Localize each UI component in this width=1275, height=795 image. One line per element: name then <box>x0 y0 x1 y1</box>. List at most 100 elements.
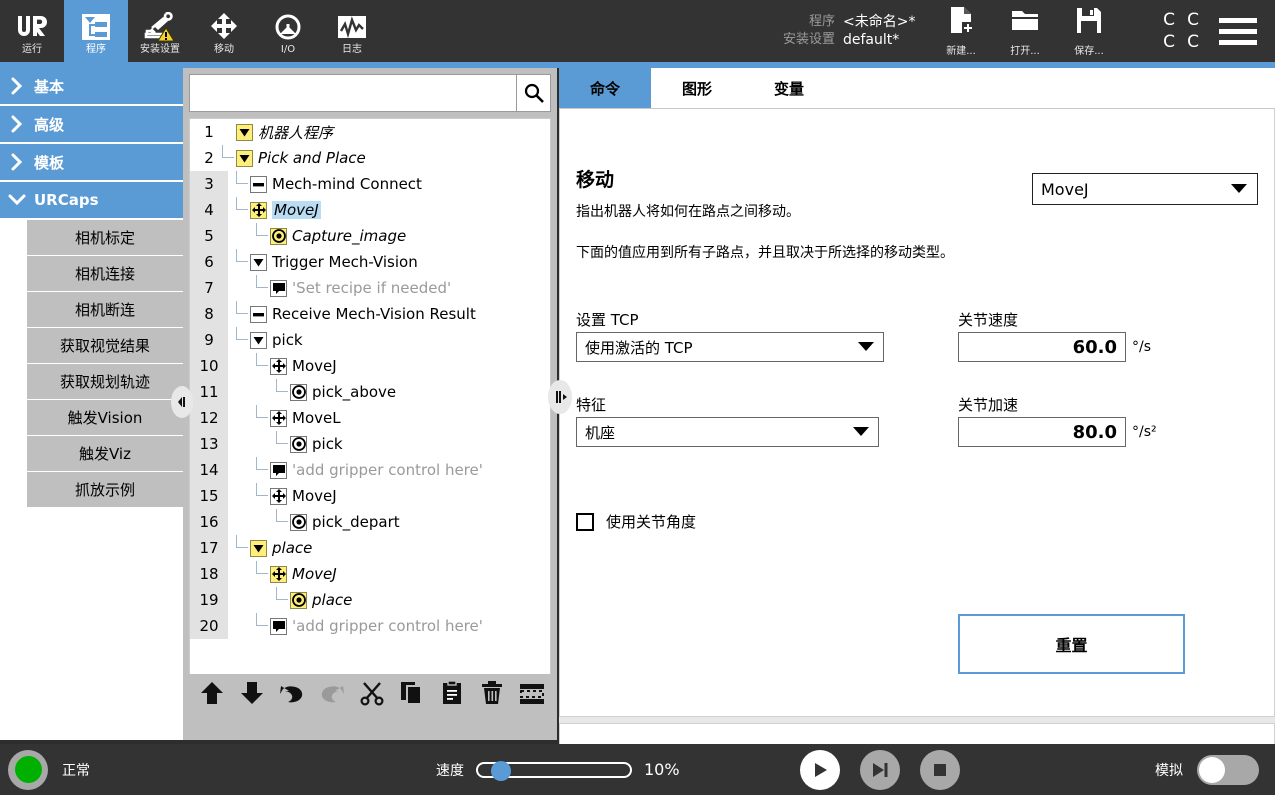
splitter-handle-icon[interactable] <box>548 380 572 414</box>
sidebar-item-get-planned-path[interactable]: 获取规划轨迹 <box>27 364 183 400</box>
tree-row[interactable]: 19 place <box>190 587 550 613</box>
move-type-select[interactable]: MoveJ <box>1032 173 1258 205</box>
copy-button[interactable] <box>397 678 427 708</box>
sidebar-item-pick-place-sample[interactable]: 抓放示例 <box>27 472 183 508</box>
folder-triangle-icon[interactable] <box>236 149 253 167</box>
folder-triangle-icon[interactable] <box>250 331 267 349</box>
tree-row-body[interactable]: Receive Mech-Vision Result <box>228 301 550 327</box>
reset-button[interactable]: 重置 <box>958 614 1185 674</box>
waypoint-icon[interactable] <box>290 513 307 531</box>
move-cross-icon[interactable] <box>270 357 287 375</box>
tree-row[interactable]: 18 MoveJ <box>190 561 550 587</box>
play-button[interactable] <box>800 749 840 790</box>
nav-tab-io[interactable]: I/O <box>256 0 320 62</box>
tree-row-body[interactable]: place <box>228 535 550 561</box>
hamburger-menu-icon[interactable] <box>1219 17 1257 45</box>
tree-row-body[interactable]: 'add gripper control here' <box>228 613 550 639</box>
tree-row-body[interactable]: MoveL <box>228 405 550 431</box>
feature-select[interactable]: 机座 <box>576 417 879 447</box>
nav-tab-log[interactable]: 日志 <box>320 0 384 62</box>
tree-row[interactable]: 13 pick <box>190 431 550 457</box>
move-cross-icon[interactable] <box>270 565 287 583</box>
waypoint-icon[interactable] <box>270 227 287 245</box>
sidebar-group-advanced[interactable]: 高级 <box>0 106 183 142</box>
tree-row-body[interactable]: pick_above <box>228 379 550 405</box>
tree-row[interactable]: 8 Receive Mech-Vision Result <box>190 301 550 327</box>
tree-row[interactable]: 4 MoveJ <box>190 197 550 223</box>
suppress-button[interactable] <box>517 678 547 708</box>
tree-row-body[interactable]: 'Set recipe if needed' <box>228 275 550 301</box>
tree-row-body[interactable]: Trigger Mech-Vision <box>228 249 550 275</box>
tab-graphics[interactable]: 图形 <box>651 68 743 108</box>
nav-tab-installation[interactable]: 安装设置 <box>128 0 192 62</box>
tab-command[interactable]: 命令 <box>559 68 651 108</box>
new-program-button[interactable]: 新建... <box>929 5 993 57</box>
tree-row[interactable]: 7 'Set recipe if needed' <box>190 275 550 301</box>
dash-icon[interactable] <box>250 175 267 193</box>
tree-row-body[interactable]: MoveJ <box>228 353 550 379</box>
save-program-button[interactable]: 保存... <box>1057 5 1121 57</box>
tree-row-body[interactable]: Capture_image <box>228 223 550 249</box>
tree-row-body[interactable]: MoveJ <box>228 483 550 509</box>
tree-row-body[interactable]: pick_depart <box>228 509 550 535</box>
comment-icon[interactable] <box>270 617 287 635</box>
tree-row[interactable]: 20 'add gripper control here' <box>190 613 550 639</box>
cut-button[interactable] <box>357 678 387 708</box>
sidebar-item-camera-calibration[interactable]: 相机标定 <box>27 220 183 256</box>
tree-row[interactable]: 1 机器人程序 <box>190 119 550 145</box>
tree-row[interactable]: 9 pick <box>190 327 550 353</box>
collapse-handle-icon[interactable] <box>171 386 193 418</box>
step-button[interactable] <box>860 749 900 790</box>
tree-row[interactable]: 10 MoveJ <box>190 353 550 379</box>
use-joint-angles-row[interactable]: 使用关节角度 <box>576 511 696 532</box>
tree-row[interactable]: 14 'add gripper control here' <box>190 457 550 483</box>
use-joint-angles-checkbox[interactable] <box>576 512 594 531</box>
redo-button[interactable] <box>317 678 347 708</box>
nav-tab-move[interactable]: 移动 <box>192 0 256 62</box>
tree-row-body[interactable]: MoveJ <box>228 197 550 223</box>
tab-variables[interactable]: 变量 <box>743 68 835 108</box>
program-tree-list[interactable]: 1 机器人程序 2 Pick and Place 3 Mech-mind Connect 4… <box>189 118 551 680</box>
sidebar-item-camera-connect[interactable]: 相机连接 <box>27 256 183 292</box>
tree-row-body[interactable]: place <box>228 587 550 613</box>
tree-row-body[interactable]: 'add gripper control here' <box>228 457 550 483</box>
joint-accel-input[interactable]: 80.0 <box>958 417 1126 447</box>
sidebar-group-basic[interactable]: 基本 <box>0 68 183 104</box>
speed-slider[interactable] <box>476 760 632 781</box>
sidebar-item-trigger-viz[interactable]: 触发Viz <box>27 436 183 472</box>
tree-row[interactable]: 2 Pick and Place <box>190 145 550 171</box>
tree-row[interactable]: 12 MoveL <box>190 405 550 431</box>
folder-triangle-icon[interactable] <box>250 253 267 271</box>
simulation-toggle[interactable] <box>1197 754 1259 785</box>
folder-triangle-icon[interactable] <box>236 123 253 141</box>
open-program-button[interactable]: 打开... <box>993 5 1057 57</box>
waypoint-icon[interactable] <box>290 591 307 609</box>
undo-button[interactable] <box>277 678 307 708</box>
comment-icon[interactable] <box>270 279 287 297</box>
tree-row[interactable]: 5 Capture_image <box>190 223 550 249</box>
sidebar-group-templates[interactable]: 模板 <box>0 144 183 180</box>
sidebar-item-camera-disconnect[interactable]: 相机断连 <box>27 292 183 328</box>
nav-tab-run[interactable]: 运行 <box>0 0 64 62</box>
tree-row-body[interactable]: pick <box>228 327 550 353</box>
tree-row[interactable]: 3 Mech-mind Connect <box>190 171 550 197</box>
speed-slider-knob[interactable] <box>491 760 512 781</box>
joint-speed-input[interactable]: 60.0 <box>958 332 1126 362</box>
search-icon[interactable] <box>516 75 550 111</box>
move-down-button[interactable] <box>237 678 267 708</box>
delete-button[interactable] <box>477 678 507 708</box>
paste-button[interactable] <box>437 678 467 708</box>
sidebar-group-urcaps[interactable]: URCaps <box>0 182 183 218</box>
waypoint-icon[interactable] <box>290 383 307 401</box>
nav-tab-program[interactable]: 程序 <box>64 0 128 62</box>
folder-triangle-icon[interactable] <box>250 539 267 557</box>
waypoint-icon[interactable] <box>290 435 307 453</box>
search-input[interactable] <box>190 75 516 111</box>
move-cross-icon[interactable] <box>250 201 267 219</box>
tcp-select[interactable]: 使用激活的 TCP <box>576 332 884 362</box>
move-cross-icon[interactable] <box>270 487 287 505</box>
sidebar-item-get-vision-result[interactable]: 获取视觉结果 <box>27 328 183 364</box>
dash-icon[interactable] <box>250 305 267 323</box>
tree-row[interactable]: 11 pick_above <box>190 379 550 405</box>
tree-row[interactable]: 17 place <box>190 535 550 561</box>
